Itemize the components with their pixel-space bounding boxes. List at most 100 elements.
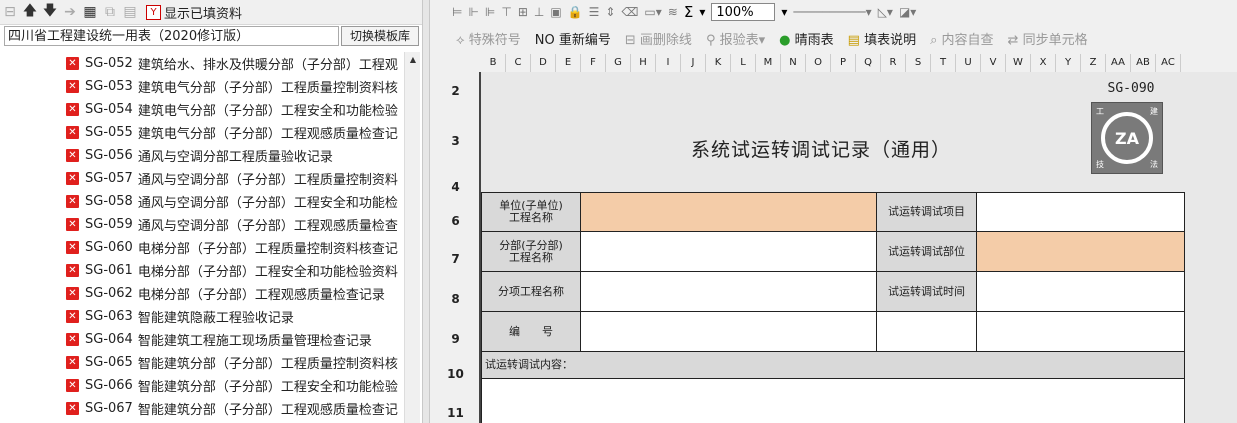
move-down-icon[interactable]: 🡇 (40, 2, 60, 22)
switch-template-button[interactable]: 切换模板库 (341, 26, 419, 46)
tree-item[interactable]: ✕ SG-062 电梯分部（子分部）工程观感质量检查记录 (0, 282, 404, 305)
tree-scrollbar[interactable]: ▲ (404, 52, 420, 423)
align-bottom-icon[interactable]: ⊥ (534, 5, 544, 19)
tree-item[interactable]: ✕ SG-061 电梯分部（子分部）工程安全和功能检验资料 (0, 259, 404, 282)
column-header-cell[interactable]: Y (1056, 54, 1081, 72)
line-style-select[interactable]: ──────────▾ (793, 5, 871, 19)
input-test-item[interactable] (976, 192, 1185, 232)
column-header-cell[interactable]: C (506, 54, 531, 72)
renumber-button[interactable]: NO 重新编号 (535, 29, 611, 48)
column-header-cell[interactable]: T (931, 54, 956, 72)
row-header-cell[interactable]: 10 (432, 367, 479, 381)
column-header-cell[interactable]: AA (1106, 54, 1131, 72)
tree-item[interactable]: ✕ SG-060 电梯分部（子分部）工程质量控制资料核查记 (0, 236, 404, 259)
paste-icon[interactable]: ▤ (120, 2, 140, 22)
column-header-cell[interactable]: V (981, 54, 1006, 72)
weather-form-button[interactable]: ● 晴雨表 (779, 29, 834, 48)
row-header-cell[interactable]: 11 (432, 406, 479, 420)
column-header-cell[interactable]: H (631, 54, 656, 72)
column-header-cell[interactable]: Q (856, 54, 881, 72)
column-header-cell[interactable]: I (656, 54, 681, 72)
align-middle-icon[interactable]: ⊞ (518, 5, 528, 19)
column-header-cell[interactable]: N (781, 54, 806, 72)
column-header-cell[interactable]: L (731, 54, 756, 72)
collapse-icon[interactable]: ⊟ (0, 2, 20, 22)
column-header-cell[interactable]: X (1031, 54, 1056, 72)
new-sheet-icon[interactable]: ▦ (80, 2, 100, 22)
content-check-button[interactable]: ⌕ 内容自查 (930, 29, 993, 48)
merge-icon[interactable]: ▣ (550, 5, 561, 19)
fill-icon[interactable]: ◪▾ (899, 5, 916, 19)
sync-cells-button[interactable]: ⇄ 同步单元格 (1008, 29, 1088, 48)
input-item-name[interactable] (580, 271, 877, 312)
row-header-cell[interactable]: 7 (432, 252, 479, 266)
input-number-2[interactable] (876, 311, 977, 352)
scroll-up-icon[interactable]: ▲ (405, 52, 421, 68)
input-number-1[interactable] (580, 311, 877, 352)
row-header-cell[interactable]: 6 (432, 214, 479, 228)
align-right-icon[interactable]: ⊫ (485, 5, 495, 19)
input-unit-name[interactable] (580, 192, 877, 232)
sum-icon[interactable]: Σ (684, 3, 693, 21)
forward-icon[interactable]: ➔ (60, 2, 80, 22)
column-header-cell[interactable]: W (1006, 54, 1031, 72)
align-center-icon[interactable]: ⊩ (468, 5, 478, 19)
column-header-cell[interactable]: O (806, 54, 831, 72)
pane-splitter[interactable] (422, 0, 430, 423)
column-header-cell[interactable]: Z (1081, 54, 1106, 72)
column-header-cell[interactable]: D (531, 54, 556, 72)
column-header-cell[interactable]: AB (1131, 54, 1156, 72)
row-header-cell[interactable]: 2 (432, 84, 479, 98)
tree-item[interactable]: ✕ SG-055 建筑电气分部（子分部）工程观感质量检查记 (0, 121, 404, 144)
template-library-combo[interactable]: 四川省工程建设统一用表（2020修订版） (4, 26, 339, 46)
tree-item[interactable]: ✕ SG-057 通风与空调分部（子分部）工程质量控制资料 (0, 167, 404, 190)
tree-item[interactable]: ✕ SG-058 通风与空调分部（子分部）工程安全和功能检 (0, 190, 404, 213)
column-header-cell[interactable]: AC (1156, 54, 1181, 72)
tree-item[interactable]: ✕ SG-064 智能建筑工程施工现场质量管理检查记录 (0, 328, 404, 351)
tree-item[interactable]: ✕ SG-065 智能建筑分部（子分部）工程质量控制资料核 (0, 351, 404, 374)
tree-item[interactable]: ✕ SG-056 通风与空调分部工程质量验收记录 (0, 144, 404, 167)
copy-icon[interactable]: ⧉ (100, 2, 120, 22)
column-header-cell[interactable]: P (831, 54, 856, 72)
input-content[interactable] (481, 378, 1185, 423)
tree-item[interactable]: ✕ SG-063 智能建筑隐蔽工程验收记录 (0, 305, 404, 328)
lock-icon[interactable]: 🔒 (568, 5, 583, 19)
align-top-icon[interactable]: ⊤ (501, 5, 511, 19)
column-header-cell[interactable]: U (956, 54, 981, 72)
tree-item[interactable]: ✕ SG-066 智能建筑分部（子分部）工程安全和功能检验 (0, 374, 404, 397)
row-header-cell[interactable]: 4 (432, 180, 479, 194)
formula-icon[interactable]: ≋ (668, 5, 678, 19)
strike-line-button[interactable]: ⊟ 画删除线 (625, 29, 692, 48)
sum-dropdown-icon[interactable]: ▾ (699, 5, 705, 19)
align-left-icon[interactable]: ⊨ (452, 5, 462, 19)
input-sub-part[interactable] (580, 231, 877, 272)
tree-item[interactable]: ✕ SG-059 通风与空调分部（子分部）工程观感质量检查 (0, 213, 404, 236)
column-header-cell[interactable]: R (881, 54, 906, 72)
tree-item[interactable]: ✕ SG-053 建筑电气分部（子分部）工程质量控制资料核 (0, 75, 404, 98)
move-up-icon[interactable]: 🡅 (20, 2, 40, 22)
special-symbol-button[interactable]: ⟡ 特殊符号 (456, 29, 521, 48)
column-header-cell[interactable]: F (581, 54, 606, 72)
row-header-cell[interactable]: 8 (432, 292, 479, 306)
line-spacing-icon[interactable]: ☰ (589, 5, 600, 19)
input-test-part[interactable] (976, 231, 1185, 272)
column-header-cell[interactable]: J (681, 54, 706, 72)
zoom-dropdown-icon[interactable]: ▾ (781, 5, 787, 19)
row-header-cell[interactable]: 9 (432, 332, 479, 346)
column-header-cell[interactable]: G (606, 54, 631, 72)
show-filled-button[interactable]: Y 显示已填资料 (146, 3, 242, 22)
border-icon[interactable]: ◺▾ (878, 5, 893, 19)
tree-item[interactable]: ✕ SG-052 建筑给水、排水及供暖分部（子分部）工程观 (0, 52, 404, 75)
column-header-cell[interactable]: M (756, 54, 781, 72)
inspection-form-button[interactable]: ⚲ 报验表▾ (706, 29, 765, 48)
column-header-cell[interactable]: S (906, 54, 931, 72)
row-header-cell[interactable]: 3 (432, 134, 479, 148)
input-test-time[interactable] (976, 271, 1185, 312)
zoom-select[interactable]: 100% (711, 3, 776, 21)
tree-item[interactable]: ✕ SG-054 建筑电气分部（子分部）工程安全和功能检验 (0, 98, 404, 121)
spreadsheet[interactable]: B C D E F G H I J K L M N O P Q R S T U V W X Y Z AA AB AC 2 3 4 6 7 8 9 1… (432, 54, 1237, 423)
fill-instructions-button[interactable]: ▤ 填表说明 (848, 29, 916, 48)
column-header-cell[interactable]: E (556, 54, 581, 72)
tree-item[interactable]: ✕ SG-067 智能建筑分部（子分部）工程观感质量检查记 (0, 397, 404, 420)
clear-format-icon[interactable]: ⌫ (621, 5, 638, 19)
